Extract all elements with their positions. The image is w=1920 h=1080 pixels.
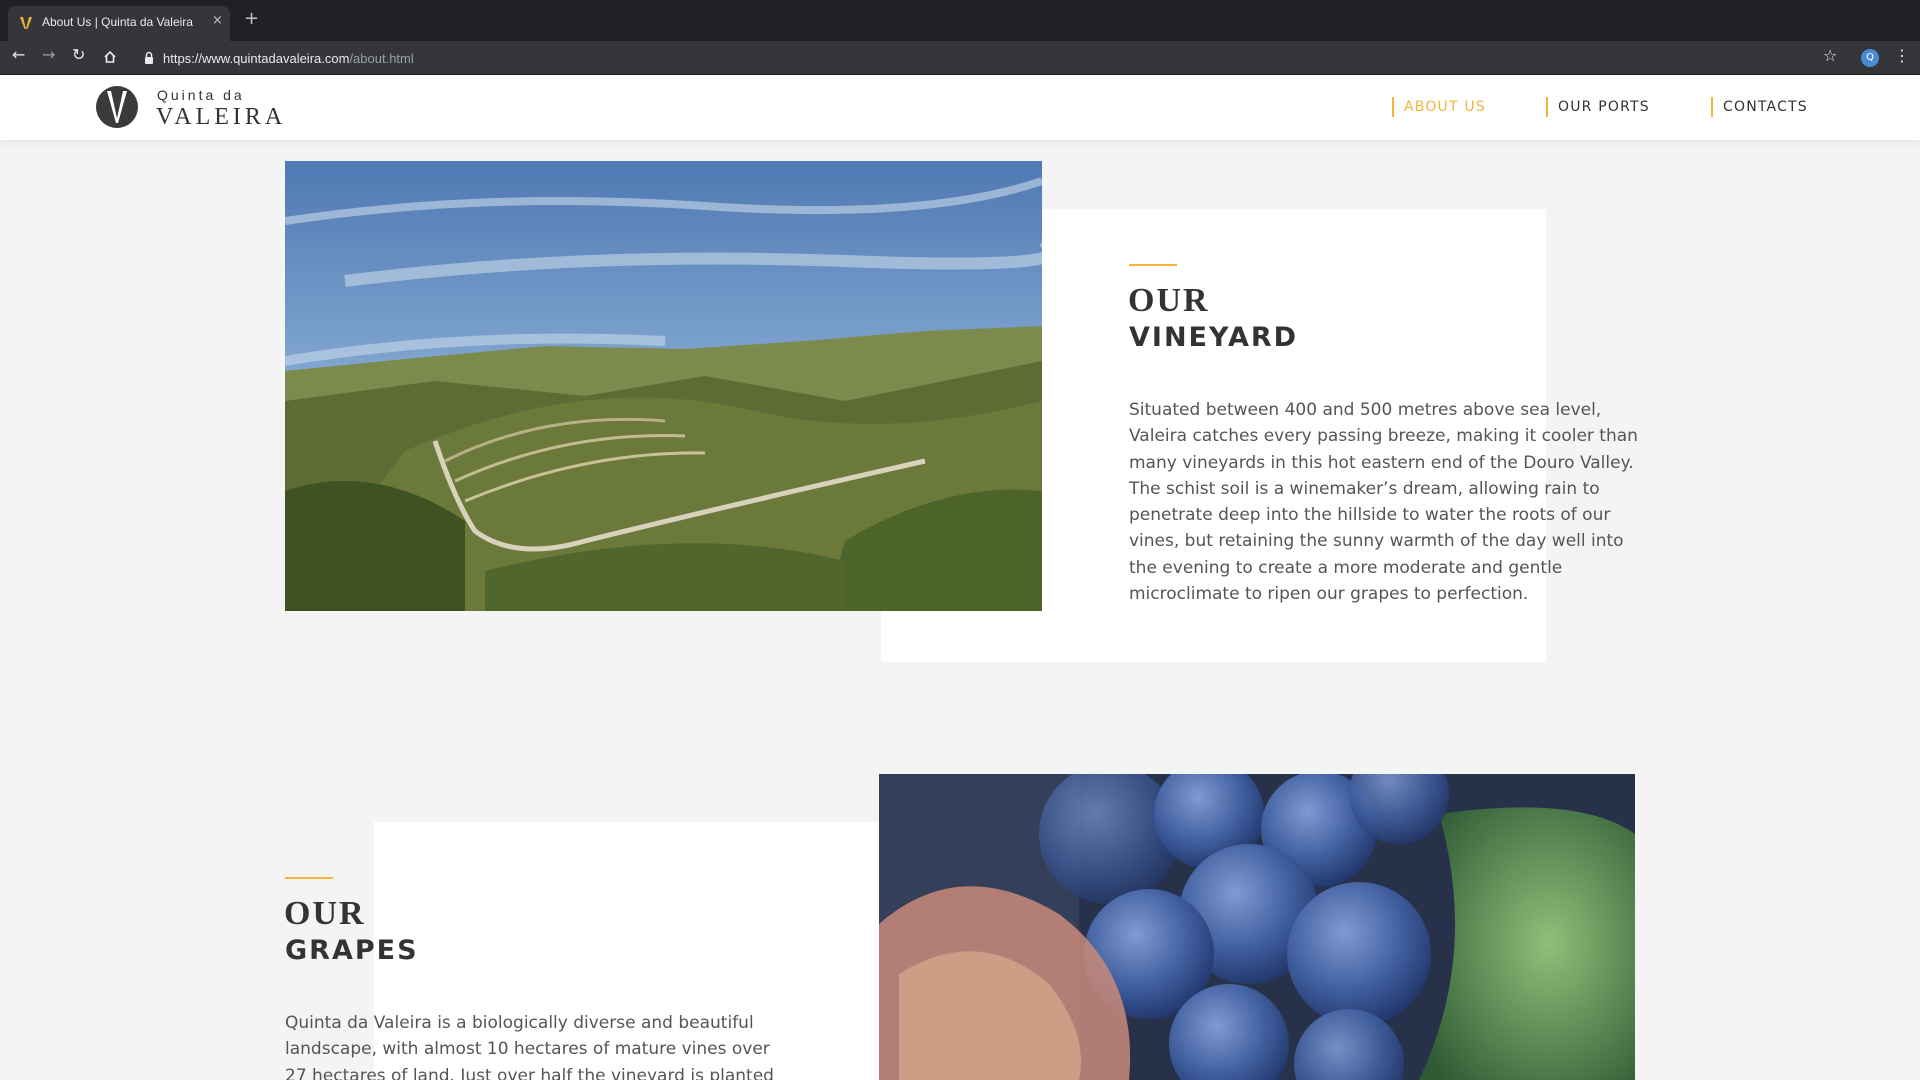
grapes-image xyxy=(879,774,1635,1080)
site-favicon-icon xyxy=(20,17,32,29)
bookmark-star-icon[interactable]: ☆ xyxy=(1823,46,1837,65)
logo-text-large[interactable]: VALEIRA xyxy=(156,104,286,131)
reload-icon[interactable]: ↻ xyxy=(72,47,85,63)
browser-toolbar: ← → ↻ https://www.quintadavaleira.com/ab… xyxy=(0,41,1920,75)
browser-tab[interactable]: About Us | Quinta da Valeira × xyxy=(8,6,230,41)
site-header: Quinta da VALEIRA ABOUT US OUR PORTS CON… xyxy=(0,75,1920,140)
vineyard-heading: VINEYARD xyxy=(1129,322,1299,353)
address-bar[interactable]: https://www.quintadavaleira.com/about.ht… xyxy=(131,44,1831,72)
vineyard-image xyxy=(285,161,1042,611)
vineyard-accent-line xyxy=(1129,264,1177,266)
url-path: /about.html xyxy=(349,51,414,66)
nav-about-us[interactable]: ABOUT US xyxy=(1392,97,1486,117)
grapes-heading: GRAPES xyxy=(285,935,419,966)
grapes-closeup-photo xyxy=(879,774,1635,1080)
vineyard-heading-our: OUR xyxy=(1128,282,1210,319)
tab-title: About Us | Quinta da Valeira xyxy=(42,15,193,29)
home-icon[interactable] xyxy=(103,50,117,64)
browser-tab-bar: About Us | Quinta da Valeira × + xyxy=(0,0,1920,41)
profile-avatar[interactable]: Q xyxy=(1861,49,1879,67)
url-text: https://www.quintadavaleira.com/about.ht… xyxy=(163,51,414,66)
logo-text-small[interactable]: Quinta da xyxy=(157,87,245,103)
close-tab-icon[interactable]: × xyxy=(212,13,223,28)
lock-icon xyxy=(145,51,153,64)
vineyard-landscape-photo xyxy=(285,161,1042,611)
forward-arrow-icon[interactable]: → xyxy=(42,47,55,63)
vineyard-paragraph: Situated between 400 and 500 metres abov… xyxy=(1129,400,1638,605)
grapes-paragraph: Quinta da Valeira is a biologically dive… xyxy=(285,1013,774,1080)
back-arrow-icon[interactable]: ← xyxy=(12,47,25,63)
grapes-heading-our: OUR xyxy=(284,895,366,932)
nav-contacts[interactable]: CONTACTS xyxy=(1711,97,1808,117)
browser-menu-icon[interactable]: ⋮ xyxy=(1894,46,1910,65)
new-tab-icon[interactable]: + xyxy=(244,10,259,28)
valeira-logo-icon[interactable] xyxy=(95,85,139,129)
url-domain: https://www.quintadavaleira.com xyxy=(163,51,350,66)
grapes-accent-line xyxy=(285,877,333,879)
nav-our-ports[interactable]: OUR PORTS xyxy=(1546,97,1650,117)
